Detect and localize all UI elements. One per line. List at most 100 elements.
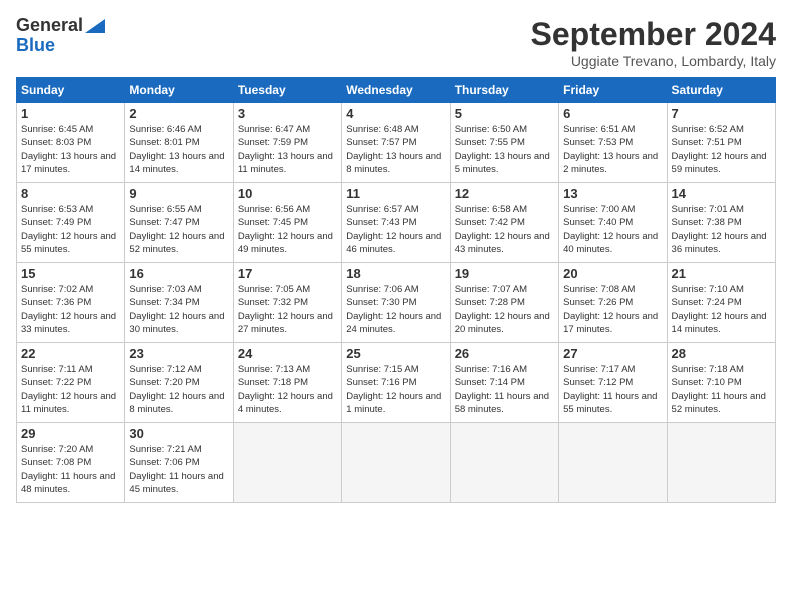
day-info: Sunrise: 6:55 AM Sunset: 7:47 PM Dayligh… xyxy=(129,203,228,256)
empty-cell xyxy=(559,423,667,503)
day-cell-10: 10 Sunrise: 6:56 AM Sunset: 7:45 PM Dayl… xyxy=(233,183,341,263)
day-number: 27 xyxy=(563,346,662,361)
day-info: Sunrise: 6:45 AM Sunset: 8:03 PM Dayligh… xyxy=(21,123,120,176)
day-info: Sunrise: 6:57 AM Sunset: 7:43 PM Dayligh… xyxy=(346,203,445,256)
day-cell-28: 28 Sunrise: 7:18 AM Sunset: 7:10 PM Dayl… xyxy=(667,343,775,423)
empty-cell xyxy=(233,423,341,503)
day-info: Sunrise: 6:50 AM Sunset: 7:55 PM Dayligh… xyxy=(455,123,554,176)
day-info: Sunrise: 6:48 AM Sunset: 7:57 PM Dayligh… xyxy=(346,123,445,176)
day-number: 2 xyxy=(129,106,228,121)
day-info: Sunrise: 7:12 AM Sunset: 7:20 PM Dayligh… xyxy=(129,363,228,416)
day-info: Sunrise: 7:07 AM Sunset: 7:28 PM Dayligh… xyxy=(455,283,554,336)
logo-general: General xyxy=(16,15,83,35)
day-info: Sunrise: 7:06 AM Sunset: 7:30 PM Dayligh… xyxy=(346,283,445,336)
day-cell-16: 16 Sunrise: 7:03 AM Sunset: 7:34 PM Dayl… xyxy=(125,263,233,343)
day-number: 6 xyxy=(563,106,662,121)
logo: General Blue xyxy=(16,16,105,56)
day-cell-5: 5 Sunrise: 6:50 AM Sunset: 7:55 PM Dayli… xyxy=(450,103,558,183)
logo-blue: Blue xyxy=(16,36,55,56)
day-number: 21 xyxy=(672,266,771,281)
week-row-1: 1 Sunrise: 6:45 AM Sunset: 8:03 PM Dayli… xyxy=(17,103,776,183)
day-cell-15: 15 Sunrise: 7:02 AM Sunset: 7:36 PM Dayl… xyxy=(17,263,125,343)
day-cell-18: 18 Sunrise: 7:06 AM Sunset: 7:30 PM Dayl… xyxy=(342,263,450,343)
day-info: Sunrise: 7:10 AM Sunset: 7:24 PM Dayligh… xyxy=(672,283,771,336)
day-cell-13: 13 Sunrise: 7:00 AM Sunset: 7:40 PM Dayl… xyxy=(559,183,667,263)
page-header: General Blue September 2024 Uggiate Trev… xyxy=(16,16,776,69)
day-cell-9: 9 Sunrise: 6:55 AM Sunset: 7:47 PM Dayli… xyxy=(125,183,233,263)
day-info: Sunrise: 7:02 AM Sunset: 7:36 PM Dayligh… xyxy=(21,283,120,336)
day-cell-20: 20 Sunrise: 7:08 AM Sunset: 7:26 PM Dayl… xyxy=(559,263,667,343)
day-number: 24 xyxy=(238,346,337,361)
day-number: 11 xyxy=(346,186,445,201)
day-info: Sunrise: 7:15 AM Sunset: 7:16 PM Dayligh… xyxy=(346,363,445,416)
day-number: 14 xyxy=(672,186,771,201)
col-header-friday: Friday xyxy=(559,78,667,103)
day-number: 12 xyxy=(455,186,554,201)
col-header-tuesday: Tuesday xyxy=(233,78,341,103)
logo-icon xyxy=(85,19,105,33)
day-number: 29 xyxy=(21,426,120,441)
logo-text: General xyxy=(16,16,83,36)
day-info: Sunrise: 6:51 AM Sunset: 7:53 PM Dayligh… xyxy=(563,123,662,176)
day-info: Sunrise: 7:11 AM Sunset: 7:22 PM Dayligh… xyxy=(21,363,120,416)
day-number: 28 xyxy=(672,346,771,361)
day-info: Sunrise: 6:52 AM Sunset: 7:51 PM Dayligh… xyxy=(672,123,771,176)
day-number: 15 xyxy=(21,266,120,281)
week-row-4: 22 Sunrise: 7:11 AM Sunset: 7:22 PM Dayl… xyxy=(17,343,776,423)
day-number: 10 xyxy=(238,186,337,201)
day-number: 8 xyxy=(21,186,120,201)
empty-cell xyxy=(342,423,450,503)
day-info: Sunrise: 7:13 AM Sunset: 7:18 PM Dayligh… xyxy=(238,363,337,416)
day-info: Sunrise: 6:47 AM Sunset: 7:59 PM Dayligh… xyxy=(238,123,337,176)
month-title: September 2024 xyxy=(531,16,776,53)
day-number: 30 xyxy=(129,426,228,441)
day-cell-2: 2 Sunrise: 6:46 AM Sunset: 8:01 PM Dayli… xyxy=(125,103,233,183)
calendar-table: SundayMondayTuesdayWednesdayThursdayFrid… xyxy=(16,77,776,503)
day-cell-24: 24 Sunrise: 7:13 AM Sunset: 7:18 PM Dayl… xyxy=(233,343,341,423)
day-info: Sunrise: 6:46 AM Sunset: 8:01 PM Dayligh… xyxy=(129,123,228,176)
day-number: 13 xyxy=(563,186,662,201)
day-cell-11: 11 Sunrise: 6:57 AM Sunset: 7:43 PM Dayl… xyxy=(342,183,450,263)
day-cell-12: 12 Sunrise: 6:58 AM Sunset: 7:42 PM Dayl… xyxy=(450,183,558,263)
day-info: Sunrise: 7:01 AM Sunset: 7:38 PM Dayligh… xyxy=(672,203,771,256)
day-cell-29: 29 Sunrise: 7:20 AM Sunset: 7:08 PM Dayl… xyxy=(17,423,125,503)
empty-cell xyxy=(450,423,558,503)
col-header-sunday: Sunday xyxy=(17,78,125,103)
day-info: Sunrise: 7:16 AM Sunset: 7:14 PM Dayligh… xyxy=(455,363,554,416)
day-cell-14: 14 Sunrise: 7:01 AM Sunset: 7:38 PM Dayl… xyxy=(667,183,775,263)
day-number: 9 xyxy=(129,186,228,201)
day-number: 17 xyxy=(238,266,337,281)
day-info: Sunrise: 7:08 AM Sunset: 7:26 PM Dayligh… xyxy=(563,283,662,336)
day-number: 3 xyxy=(238,106,337,121)
day-number: 26 xyxy=(455,346,554,361)
day-cell-30: 30 Sunrise: 7:21 AM Sunset: 7:06 PM Dayl… xyxy=(125,423,233,503)
day-info: Sunrise: 6:56 AM Sunset: 7:45 PM Dayligh… xyxy=(238,203,337,256)
day-number: 4 xyxy=(346,106,445,121)
day-cell-8: 8 Sunrise: 6:53 AM Sunset: 7:49 PM Dayli… xyxy=(17,183,125,263)
day-number: 23 xyxy=(129,346,228,361)
empty-cell xyxy=(667,423,775,503)
col-header-thursday: Thursday xyxy=(450,78,558,103)
day-cell-3: 3 Sunrise: 6:47 AM Sunset: 7:59 PM Dayli… xyxy=(233,103,341,183)
col-header-saturday: Saturday xyxy=(667,78,775,103)
day-info: Sunrise: 7:17 AM Sunset: 7:12 PM Dayligh… xyxy=(563,363,662,416)
week-row-2: 8 Sunrise: 6:53 AM Sunset: 7:49 PM Dayli… xyxy=(17,183,776,263)
day-cell-26: 26 Sunrise: 7:16 AM Sunset: 7:14 PM Dayl… xyxy=(450,343,558,423)
day-cell-22: 22 Sunrise: 7:11 AM Sunset: 7:22 PM Dayl… xyxy=(17,343,125,423)
week-row-3: 15 Sunrise: 7:02 AM Sunset: 7:36 PM Dayl… xyxy=(17,263,776,343)
title-block: September 2024 Uggiate Trevano, Lombardy… xyxy=(531,16,776,69)
day-cell-17: 17 Sunrise: 7:05 AM Sunset: 7:32 PM Dayl… xyxy=(233,263,341,343)
day-number: 1 xyxy=(21,106,120,121)
day-info: Sunrise: 7:00 AM Sunset: 7:40 PM Dayligh… xyxy=(563,203,662,256)
day-info: Sunrise: 7:21 AM Sunset: 7:06 PM Dayligh… xyxy=(129,443,228,496)
day-number: 16 xyxy=(129,266,228,281)
day-cell-19: 19 Sunrise: 7:07 AM Sunset: 7:28 PM Dayl… xyxy=(450,263,558,343)
day-info: Sunrise: 7:18 AM Sunset: 7:10 PM Dayligh… xyxy=(672,363,771,416)
day-cell-1: 1 Sunrise: 6:45 AM Sunset: 8:03 PM Dayli… xyxy=(17,103,125,183)
day-number: 25 xyxy=(346,346,445,361)
day-number: 19 xyxy=(455,266,554,281)
day-number: 5 xyxy=(455,106,554,121)
day-number: 18 xyxy=(346,266,445,281)
day-cell-7: 7 Sunrise: 6:52 AM Sunset: 7:51 PM Dayli… xyxy=(667,103,775,183)
day-info: Sunrise: 6:58 AM Sunset: 7:42 PM Dayligh… xyxy=(455,203,554,256)
